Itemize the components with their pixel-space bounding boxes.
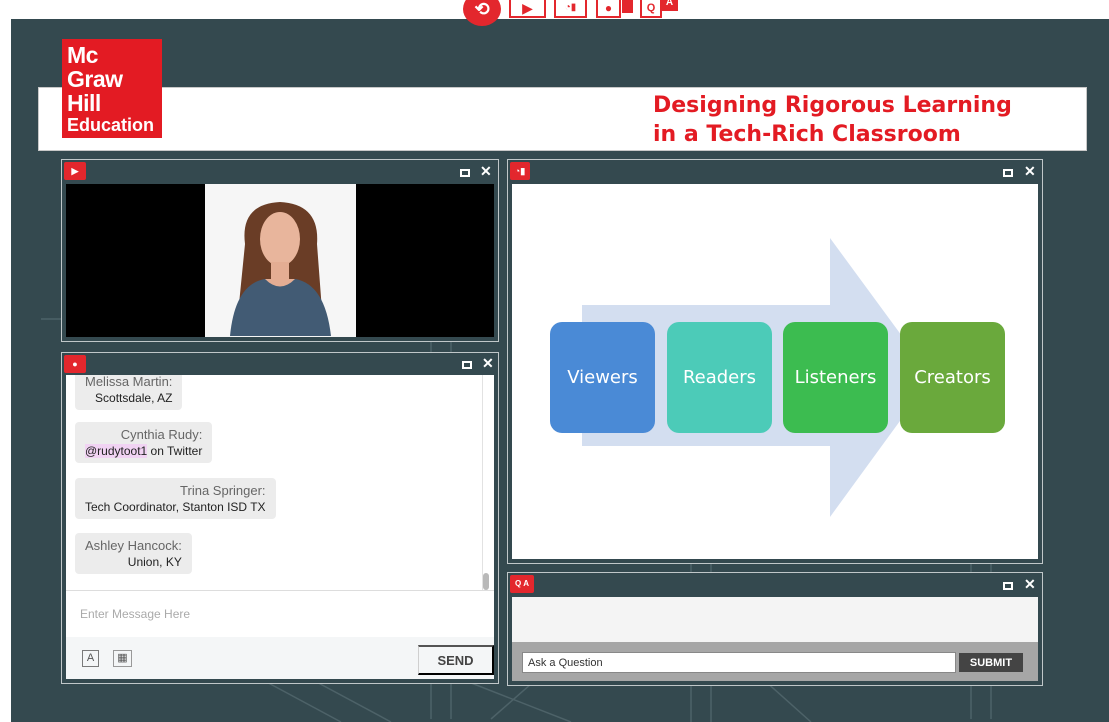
logo-line: Education xyxy=(67,115,155,135)
qa-answer-badge: A xyxy=(661,0,678,11)
presenter-video-frame xyxy=(205,184,356,337)
chat-message: Melissa Martin: Scottsdale, AZ xyxy=(75,375,183,410)
step-readers: Readers xyxy=(667,322,772,433)
chat-text: @rudytoot1 on Twitter xyxy=(85,443,202,459)
close-icon[interactable]: ✕ xyxy=(480,164,492,178)
qa-toggle-button[interactable]: Q xyxy=(640,0,662,18)
send-button[interactable]: SEND xyxy=(418,645,494,675)
close-icon[interactable]: ✕ xyxy=(482,356,494,370)
video-panel: ▶ ✕ xyxy=(61,159,499,342)
step-viewers: Viewers xyxy=(550,322,655,433)
qa-body: SUBMIT xyxy=(512,597,1038,681)
presenter-figure xyxy=(230,202,331,336)
app-window: ⟲ ▶ ◔▮ ● Q A Mc Graw Hill Education Desi… xyxy=(0,0,1109,722)
qa-panel-header: Q A ✕ xyxy=(508,573,1042,597)
chat-scrollbar-track[interactable] xyxy=(482,375,490,590)
maximize-icon[interactable] xyxy=(462,361,472,369)
step-creators: Creators xyxy=(900,322,1005,433)
slides-panel-header: ◔▮ ✕ xyxy=(508,160,1042,184)
close-icon[interactable]: ✕ xyxy=(1024,164,1036,178)
course-title-line: in a Tech-Rich Classroom xyxy=(653,122,961,147)
slide-canvas: Viewers Readers Listeners Creators xyxy=(512,184,1038,559)
maximize-icon[interactable] xyxy=(1003,169,1013,177)
play-icon: ▶ xyxy=(64,162,86,180)
qa-answer-letter: A xyxy=(665,0,674,8)
course-title: Designing Rigorous Learning in a Tech-Ri… xyxy=(653,91,1012,149)
chat-text: Scottsdale, AZ xyxy=(95,391,173,405)
slides-chart-icon: ◔▮ xyxy=(564,2,577,13)
ask-question-input[interactable] xyxy=(522,652,956,673)
slides-chart-icon: ◔▮ xyxy=(510,162,530,180)
chat-message: Trina Springer: Tech Coordinator, Stanto… xyxy=(75,478,276,519)
chat-message-input[interactable] xyxy=(66,591,494,637)
chat-footer: A ▦ SEND xyxy=(66,637,494,679)
qa-panel: Q A ✕ SUBMIT xyxy=(507,572,1043,686)
qa-icon: Q A xyxy=(510,575,534,593)
refresh-icon: ⟲ xyxy=(474,0,490,19)
chat-text: Tech Coordinator, Stanton ISD TX xyxy=(85,500,266,514)
chat-panel: ● ✕ Melissa Martin: Scottsdale, AZ Cynth… xyxy=(61,352,499,684)
text-format-icon[interactable]: A xyxy=(82,650,99,667)
chat-sender: Trina Springer: xyxy=(180,483,266,498)
chat-log[interactable]: Melissa Martin: Scottsdale, AZ Cynthia R… xyxy=(66,375,494,591)
chat-bubble-icon xyxy=(622,0,633,13)
chat-message: Cynthia Rudy: @rudytoot1 on Twitter xyxy=(75,422,213,463)
people-toggle-button[interactable]: ● xyxy=(596,0,621,18)
video-player[interactable] xyxy=(66,184,494,337)
maximize-icon[interactable] xyxy=(1003,582,1013,590)
keyboard-icon[interactable]: ▦ xyxy=(113,650,132,667)
chat-sender: Cynthia Rudy: xyxy=(120,427,203,442)
chat-panel-header: ● ✕ xyxy=(62,353,498,377)
video-toggle-button[interactable]: ▶ xyxy=(509,0,546,18)
chat-text-suffix: on Twitter xyxy=(147,444,203,458)
chat-body: Melissa Martin: Scottsdale, AZ Cynthia R… xyxy=(66,375,494,679)
twitter-handle-link[interactable]: @rudytoot1 xyxy=(85,444,148,458)
chat-sender: Melissa Martin: xyxy=(85,375,173,389)
course-title-line: Designing Rigorous Learning xyxy=(653,93,1012,118)
qa-q-letter: Q xyxy=(515,579,522,588)
step-listeners: Listeners xyxy=(783,322,888,433)
logo-line: Hill xyxy=(67,90,101,116)
slides-toggle-button[interactable]: ◔▮ xyxy=(554,0,587,18)
logo-line: Graw xyxy=(67,66,123,92)
qa-form: SUBMIT xyxy=(512,642,1038,681)
chat-scrollbar-thumb[interactable] xyxy=(483,573,489,590)
play-icon: ▶ xyxy=(522,0,533,16)
chat-text: Union, KY xyxy=(127,555,182,569)
logo-line: Mc xyxy=(67,42,98,68)
mcgraw-hill-logo: Mc Graw Hill Education xyxy=(62,39,162,138)
chat-message: Ashley Hancock: Union, KY xyxy=(75,533,192,574)
video-panel-header: ▶ ✕ xyxy=(62,160,498,184)
qa-icon: Q xyxy=(646,2,656,14)
user-icon: ● xyxy=(64,355,86,373)
qa-a-letter: A xyxy=(523,579,529,588)
chat-sender: Ashley Hancock: xyxy=(85,538,182,553)
slides-panel: ◔▮ ✕ Viewers Readers Listeners Creators xyxy=(507,159,1043,564)
close-icon[interactable]: ✕ xyxy=(1024,577,1036,591)
maximize-icon[interactable] xyxy=(460,169,470,177)
user-chat-icon: ● xyxy=(604,1,613,15)
submit-question-button[interactable]: SUBMIT xyxy=(959,653,1023,672)
qa-question-list xyxy=(512,597,1038,642)
